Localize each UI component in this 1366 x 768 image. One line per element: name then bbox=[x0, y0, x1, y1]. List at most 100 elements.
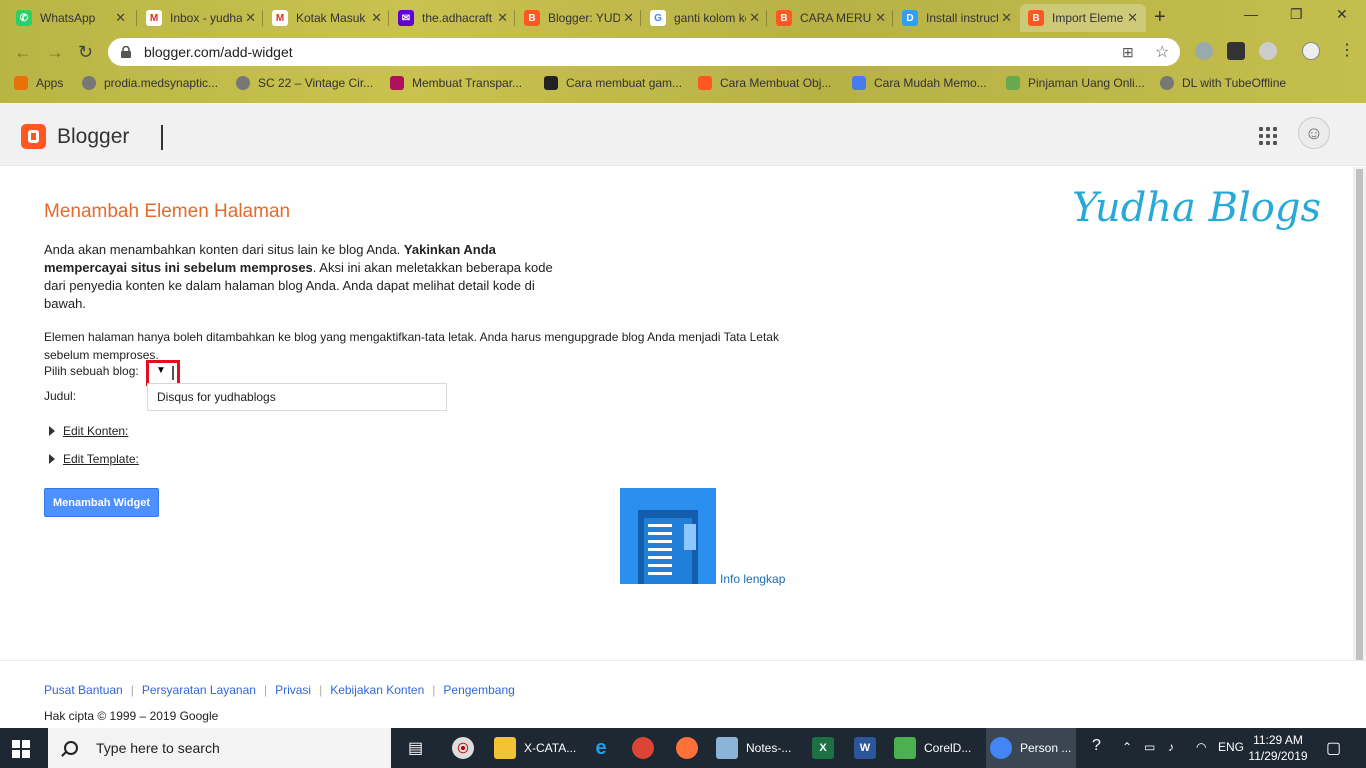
taskbar-folder[interactable]: X-CATA... bbox=[494, 728, 584, 768]
task-view-icon[interactable]: ▤ bbox=[408, 738, 423, 758]
tab-blogger-yudha[interactable]: B Blogger: YUDHA ✕ bbox=[516, 4, 642, 32]
reload-icon[interactable]: ↻ bbox=[78, 42, 93, 63]
close-icon[interactable]: ✕ bbox=[1127, 10, 1138, 26]
bookmark-label: Cara Membuat Obj... bbox=[720, 76, 832, 90]
help-icon[interactable]: ? bbox=[1092, 737, 1101, 755]
language-indicator[interactable]: ENG bbox=[1218, 740, 1244, 754]
bookmark-item[interactable]: Cara membuat gam... bbox=[544, 76, 682, 90]
close-icon[interactable]: ✕ bbox=[1001, 10, 1012, 26]
bookmark-item[interactable]: Membuat Transpar... bbox=[390, 76, 522, 90]
bookmark-item[interactable]: Cara Membuat Obj... bbox=[698, 76, 831, 90]
close-icon[interactable]: ✕ bbox=[371, 10, 382, 26]
taskbar-app[interactable] bbox=[632, 728, 662, 768]
page-scrollbar[interactable] bbox=[1353, 167, 1366, 728]
copyright-text: Hak cipta © 1999 – 2019 Google bbox=[44, 709, 219, 723]
close-icon[interactable]: ✕ bbox=[245, 10, 256, 26]
minimize-icon[interactable]: — bbox=[1244, 6, 1258, 22]
windows-start-icon[interactable] bbox=[12, 740, 30, 758]
close-window-icon[interactable]: ✕ bbox=[1336, 6, 1348, 23]
restore-icon[interactable]: ❐ bbox=[1290, 6, 1303, 23]
brand-name[interactable]: Blogger bbox=[57, 125, 129, 149]
menu-icon[interactable]: ⋮ bbox=[1339, 40, 1355, 60]
notes-icon bbox=[716, 737, 738, 759]
tab-divider bbox=[388, 10, 389, 26]
notification-icon[interactable]: ▢ bbox=[1326, 738, 1341, 758]
bookmark-label: Cara Mudah Memo... bbox=[874, 76, 987, 90]
tab-ganti-kolom[interactable]: G ganti kolom komentar ✕ bbox=[642, 4, 768, 32]
footer-links: Pusat Bantuan | Persyaratan Layanan | Pr… bbox=[44, 683, 515, 697]
close-icon[interactable]: ✕ bbox=[115, 10, 126, 26]
close-icon[interactable]: ✕ bbox=[623, 10, 634, 26]
taskbar-app[interactable]: X bbox=[812, 728, 842, 768]
taskbar-label: Person ... bbox=[1020, 741, 1072, 755]
tab-label: Blogger: YUDHA bbox=[548, 11, 620, 25]
edit-content-label: Edit Konten: bbox=[63, 424, 129, 438]
internet-explorer-icon: e bbox=[595, 736, 607, 759]
privacy-link[interactable]: Privasi bbox=[275, 683, 311, 697]
taskbar-search[interactable]: Type here to search bbox=[48, 728, 391, 768]
avatar[interactable]: ☺ bbox=[1298, 117, 1330, 149]
new-tab-button[interactable]: + bbox=[1154, 6, 1166, 29]
taskbar-app[interactable] bbox=[676, 728, 706, 768]
title-input[interactable] bbox=[147, 383, 447, 411]
extension-icon[interactable] bbox=[1227, 42, 1245, 60]
bookmark-label: Membuat Transpar... bbox=[412, 76, 523, 90]
blogger-icon: B bbox=[776, 10, 792, 26]
edit-template-toggle[interactable]: Edit Template: bbox=[49, 452, 139, 466]
taskbar-label: Notes-... bbox=[746, 741, 792, 755]
tab-strip: ✆ WhatsApp ✕ M Inbox - yudhaaditya ✕ M K… bbox=[0, 0, 1366, 34]
taskbar-app[interactable]: ⦿ bbox=[452, 728, 482, 768]
folder-icon bbox=[494, 737, 516, 759]
taskbar-app[interactable]: e bbox=[590, 728, 620, 768]
whatsapp-icon: ✆ bbox=[16, 10, 32, 26]
more-info-link[interactable]: Info lengkap bbox=[720, 572, 785, 586]
tab-adhacraft[interactable]: ✉ the.adhacraft ✕ bbox=[390, 4, 516, 32]
close-icon[interactable]: ✕ bbox=[497, 10, 508, 26]
dropdown-arrow-icon: ▼ bbox=[156, 365, 166, 376]
apps-grid-icon[interactable] bbox=[1259, 127, 1277, 145]
add-widget-button[interactable]: Menambah Widget bbox=[44, 488, 159, 517]
help-center-link[interactable]: Pusat Bantuan bbox=[44, 683, 123, 697]
chevron-up-icon[interactable]: ⌃ bbox=[1122, 740, 1132, 754]
windows-taskbar: Type here to search ▤ ⦿ X-CATA... e Note… bbox=[0, 728, 1366, 768]
profile-avatar-icon[interactable] bbox=[1302, 42, 1320, 60]
close-icon[interactable]: ✕ bbox=[875, 10, 886, 26]
blogger-logo-icon[interactable] bbox=[21, 124, 46, 149]
title-label: Judul: bbox=[44, 389, 77, 403]
bookmark-item[interactable]: Cara Mudah Memo... bbox=[852, 76, 987, 90]
terms-link[interactable]: Persyaratan Layanan bbox=[142, 683, 256, 697]
taskbar-chrome-person[interactable]: Person ... bbox=[986, 728, 1076, 768]
tab-inbox[interactable]: M Inbox - yudhaaditya ✕ bbox=[138, 4, 264, 32]
bookmark-item[interactable]: prodia.medsynaptic... bbox=[82, 76, 218, 90]
tab-kotak-masuk[interactable]: M Kotak Masuk ✕ bbox=[264, 4, 390, 32]
tab-import-elemen[interactable]: B Import Elemen ✕ bbox=[1020, 4, 1146, 32]
tab-install-instructions[interactable]: D Install instructions ✕ bbox=[894, 4, 1020, 32]
scrollbar-thumb[interactable] bbox=[1356, 169, 1363, 709]
bookmark-item[interactable]: SC 22 – Vintage Cir... bbox=[236, 76, 373, 90]
bookmark-item[interactable]: Pinjaman Uang Onli... bbox=[1006, 76, 1145, 90]
taskbar-coreldraw[interactable]: CorelD... bbox=[894, 728, 984, 768]
address-bar[interactable]: blogger.com/add-widget bbox=[108, 38, 1180, 66]
taskbar-app[interactable]: W bbox=[854, 728, 884, 768]
taskbar-notes[interactable]: Notes-... bbox=[716, 728, 806, 768]
tab-whatsapp[interactable]: ✆ WhatsApp ✕ bbox=[8, 4, 134, 32]
bookmark-label: DL with TubeOffline bbox=[1182, 76, 1287, 90]
back-icon[interactable]: ← bbox=[14, 42, 32, 63]
content-policy-link[interactable]: Kebijakan Konten bbox=[330, 683, 424, 697]
translate-icon[interactable]: ⊞ bbox=[1122, 44, 1134, 61]
system-clock[interactable]: 11:29 AM 11/29/2019 bbox=[1248, 732, 1308, 764]
close-icon[interactable]: ✕ bbox=[749, 10, 760, 26]
battery-icon[interactable]: ▭ bbox=[1144, 740, 1155, 754]
edit-content-toggle[interactable]: Edit Konten: bbox=[49, 424, 128, 438]
bookmark-item[interactable]: DL with TubeOffline bbox=[1160, 76, 1286, 90]
tab-cara-merubah[interactable]: B CARA MERUBAH ✕ bbox=[768, 4, 894, 32]
globe-icon bbox=[1160, 76, 1174, 90]
forward-icon[interactable]: → bbox=[46, 42, 64, 63]
bookmark-star-icon[interactable]: ☆ bbox=[1155, 42, 1169, 62]
wifi-icon[interactable]: ◠ bbox=[1196, 740, 1206, 754]
extension-icon[interactable] bbox=[1195, 42, 1213, 60]
extension-icon[interactable] bbox=[1259, 42, 1277, 60]
bookmark-apps[interactable]: Apps bbox=[14, 76, 63, 90]
volume-icon[interactable]: ♪ bbox=[1168, 740, 1174, 754]
developers-link[interactable]: Pengembang bbox=[443, 683, 514, 697]
